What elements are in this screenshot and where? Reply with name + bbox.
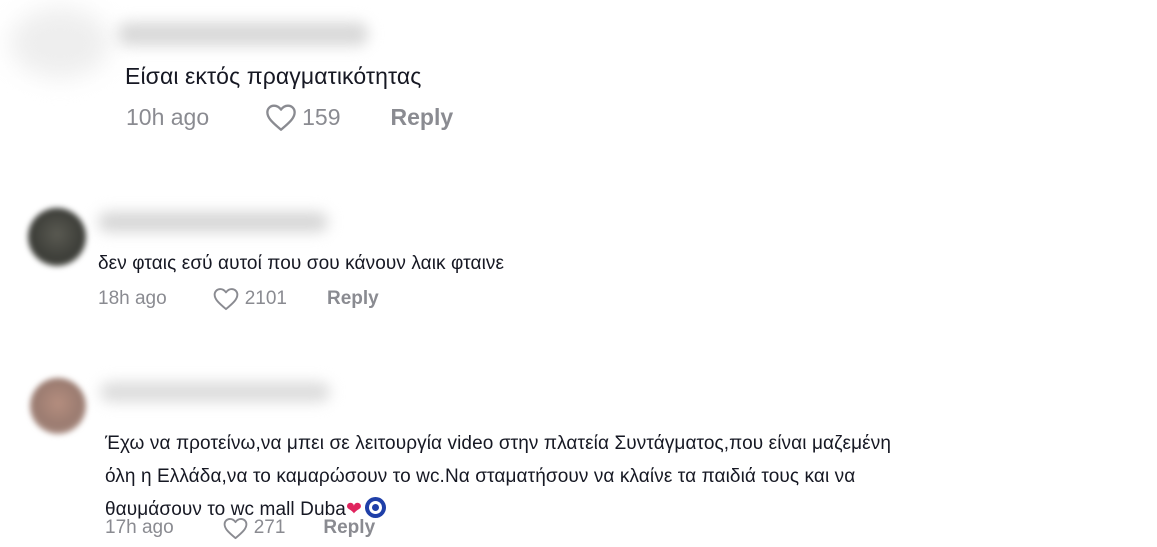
comment-timestamp: 18h ago xyxy=(98,287,167,309)
like-button[interactable]: 159 xyxy=(264,102,341,132)
username-blurred[interactable] xyxy=(100,382,330,402)
comment-text-segment: video xyxy=(447,433,494,454)
comment-meta: 18h ago 2101 Reply xyxy=(98,286,379,311)
heart-outline-icon xyxy=(213,288,239,311)
like-count: 271 xyxy=(253,517,286,538)
comment-meta: 10h ago 159 Reply xyxy=(126,102,453,132)
like-button[interactable]: 271 xyxy=(222,516,286,540)
like-count: 2101 xyxy=(244,287,287,309)
avatar[interactable] xyxy=(30,378,86,434)
reply-button[interactable]: Reply xyxy=(391,104,454,131)
comment-timestamp: 10h ago xyxy=(126,103,210,130)
like-button[interactable]: 2101 xyxy=(212,286,287,311)
username-blurred[interactable] xyxy=(98,212,328,232)
comment-text: Έχω να προτείνω,να μπει σε λειτουργία vi… xyxy=(105,427,1115,526)
comment-text: δεν φταις εσύ αυτοί που σου κάνουν λαικ … xyxy=(98,253,505,274)
avatar[interactable] xyxy=(10,8,110,78)
comment-text-segment: Να σταματήσουν να κλαίνε τα παιδιά τους … xyxy=(444,466,856,487)
comment-text: Είσαι εκτός πραγματικότητας xyxy=(125,63,422,89)
comment-timestamp: 17h ago xyxy=(105,517,174,538)
nazar-amulet-emoji xyxy=(365,497,386,518)
comment-text-segment: όλη η Ελλάδα,να το καμαρώσουν το xyxy=(105,466,417,487)
heart-outline-icon xyxy=(223,518,248,540)
comment-meta: 17h ago 271 Reply xyxy=(105,516,375,540)
comment-text-segment: wc. xyxy=(416,466,445,487)
username-blurred[interactable] xyxy=(118,22,368,46)
comment-text-segment: Έχω να προτείνω,να μπει σε λειτουργία xyxy=(105,433,448,454)
like-count: 159 xyxy=(302,103,341,130)
heart-outline-icon xyxy=(266,104,296,131)
reply-button[interactable]: Reply xyxy=(327,288,379,310)
comment-text-segment: στην πλατεία Συντάγματος,που είναι μαζεμ… xyxy=(493,433,892,454)
avatar[interactable] xyxy=(28,208,86,266)
reply-button[interactable]: Reply xyxy=(323,517,375,539)
